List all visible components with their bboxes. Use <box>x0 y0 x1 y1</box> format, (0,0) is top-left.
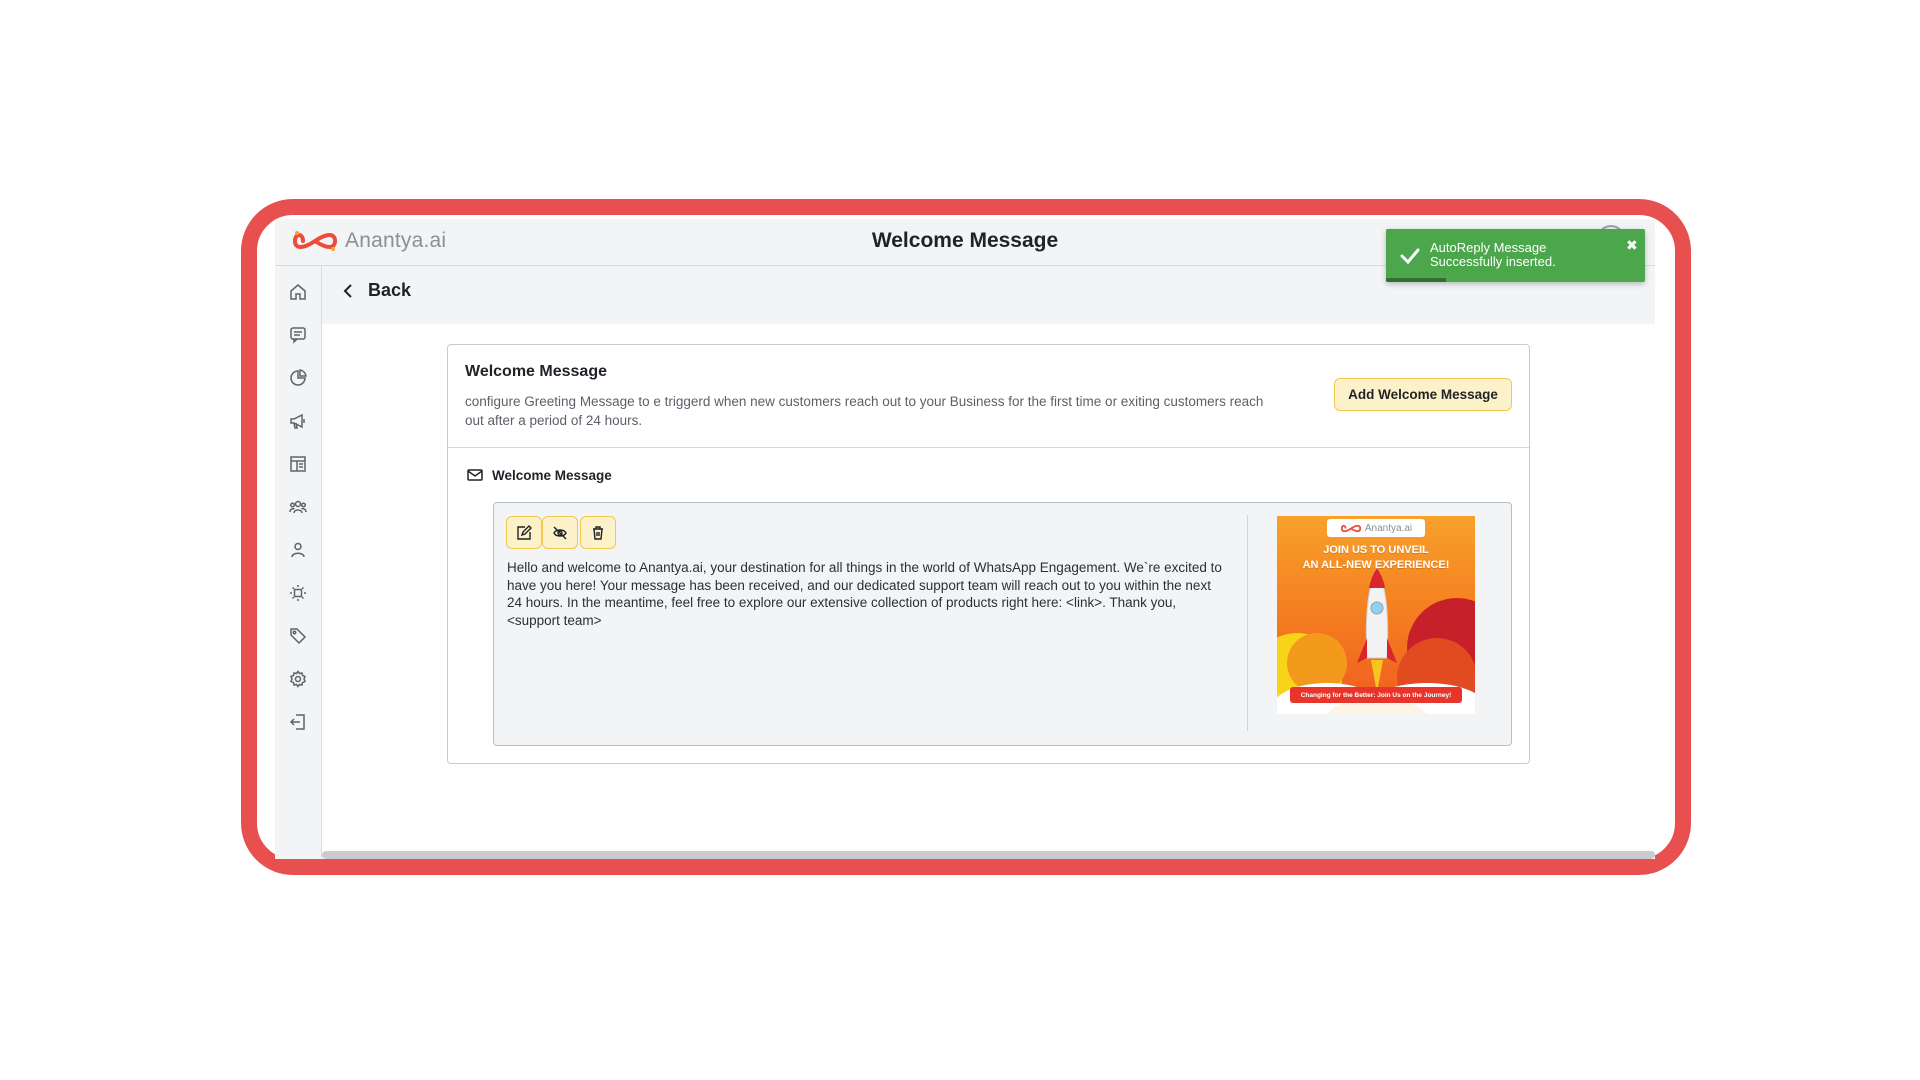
user-icon[interactable] <box>288 540 308 560</box>
check-icon <box>1400 248 1420 265</box>
edit-button[interactable] <box>506 516 542 549</box>
message-image[interactable]: Anantya.ai JOIN US TO UNVEIL AN ALL-NEW … <box>1277 516 1475 714</box>
contacts-group-icon[interactable] <box>288 497 308 517</box>
sidebar <box>275 266 322 859</box>
back-label: Back <box>368 280 412 300</box>
close-icon[interactable]: ✖ <box>1626 237 1638 254</box>
mail-icon <box>467 469 483 481</box>
success-toast: AutoReply Message Successfully inserted.… <box>1386 229 1645 282</box>
add-welcome-message-button[interactable]: Add Welcome Message <box>1334 378 1512 411</box>
horizontal-scrollbar[interactable] <box>322 851 1655 859</box>
logout-icon[interactable] <box>288 712 308 732</box>
integrations-icon[interactable] <box>288 583 308 603</box>
section-heading: Welcome Message <box>466 466 612 484</box>
tag-icon[interactable] <box>288 626 308 646</box>
promo-logo: Anantya.ai <box>1327 519 1425 537</box>
section-label: Welcome Message <box>492 467 612 483</box>
toast-message: AutoReply Message Successfully inserted. <box>1430 240 1556 269</box>
card-header: Welcome Message configure Greeting Messa… <box>448 345 1529 448</box>
home-icon[interactable] <box>288 282 308 302</box>
welcome-message-text: Hello and welcome to Anantya.ai, your de… <box>507 560 1222 628</box>
settings-icon[interactable] <box>288 669 308 689</box>
card-title: Welcome Message <box>465 363 607 380</box>
promo-headline-line1: JOIN US TO UNVEIL <box>1323 544 1429 556</box>
app-window: Anantya.ai Welcome Message Back Welcome … <box>275 219 1655 859</box>
edit-icon <box>517 524 532 540</box>
card-description: configure Greeting Message to e triggerd… <box>465 394 1264 428</box>
welcome-message-card: Welcome Message configure Greeting Messa… <box>447 344 1530 764</box>
divider <box>1247 515 1248 731</box>
back-button[interactable]: Back <box>340 280 411 301</box>
disable-button[interactable] <box>542 516 578 549</box>
delete-button[interactable] <box>580 516 616 549</box>
templates-icon[interactable] <box>288 454 308 474</box>
disable-icon <box>553 526 567 539</box>
chat-icon[interactable] <box>288 325 308 345</box>
toast-progress-bar <box>1386 278 1446 282</box>
message-preview: Hello and welcome to Anantya.ai, your de… <box>493 502 1512 746</box>
chevron-left-icon <box>343 283 352 298</box>
promo-logo-text: Anantya.ai <box>1364 522 1413 534</box>
infinity-logo-icon <box>1340 524 1361 532</box>
analytics-icon[interactable] <box>288 368 308 388</box>
trash-icon <box>593 525 603 540</box>
promo-banner: Changing for the Better: Join Us on the … <box>1290 687 1462 703</box>
megaphone-icon[interactable] <box>288 411 308 431</box>
